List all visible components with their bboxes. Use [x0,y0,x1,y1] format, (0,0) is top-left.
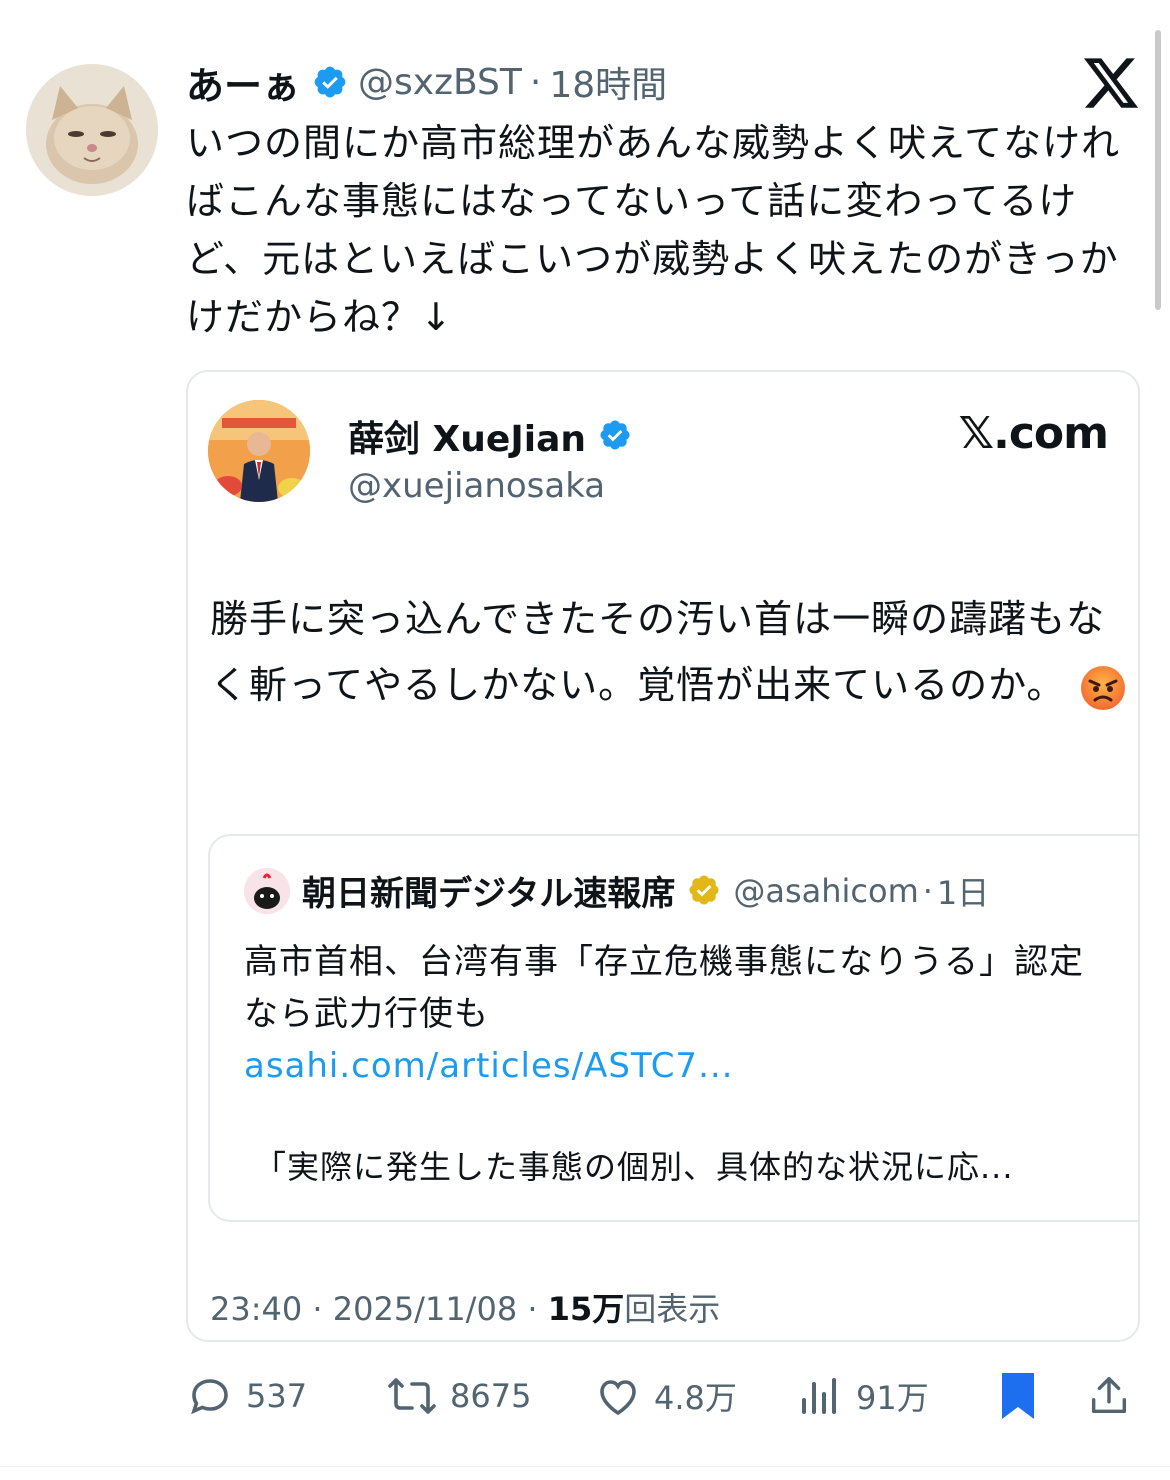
divider [0,1466,1170,1467]
nested-article-description: 「実際に発生した事態の個別、具体的な状況に応... [254,1148,1014,1186]
quoted-post-meta: 23:40 · 2025/11/08 · 15万回表示 [210,1284,720,1330]
repost-count: 8675 [450,1377,532,1415]
nested-post-text: 高市首相、台湾有事「存立危機事態になりうる」認定なら武力行使も asahi.co… [244,936,1104,1092]
like-button[interactable]: 4.8万 [594,1368,737,1424]
nested-separator: · [922,871,933,910]
nested-author-handle[interactable]: @asahicom [733,872,918,910]
views-button[interactable]: 91万 [796,1368,929,1424]
tweet-header: あーぁ @sxzBST · 18時間 [186,54,667,110]
scrollbar[interactable] [1155,30,1161,310]
quoted-author-name[interactable]: 薛剑 XueJian [348,410,586,462]
quoted-views-label: 回表示 [624,1290,721,1328]
verified-badge-icon [312,64,348,100]
quoted-post-date[interactable]: 2025/11/08 [333,1290,517,1328]
meta-separator-1: · [312,1290,323,1328]
nested-author-avatar[interactable] [244,867,290,914]
post-time[interactable]: 18時間 [549,56,667,108]
nested-headline: 高市首相、台湾有事「存立危機事態になりうる」認定なら武力行使も [244,942,1084,1034]
share-button[interactable] [1086,1368,1144,1424]
verified-badge-icon [598,418,634,454]
quoted-text-body: 勝手に突っ込んできたその汚い首は一瞬の躊躇もなく斬ってやるしかない。覚悟が出来て… [210,597,1106,707]
x-logo-icon[interactable] [1084,58,1140,110]
meta-separator-2: · [527,1290,538,1328]
bookmark-icon [1002,1373,1034,1419]
repost-button[interactable]: 8675 [386,1368,531,1424]
author-name[interactable]: あーぁ [186,55,300,110]
repost-icon [388,1378,436,1414]
quoted-views-count: 15万 [547,1290,625,1328]
views-count: 91万 [856,1379,929,1417]
quoted-post-card[interactable]: 薛剑 XueJian @xuejianosaka 𝕏.com 勝手に突っ込んでき… [186,370,1140,1342]
quoted-post-time[interactable]: 23:40 [210,1290,302,1328]
nested-quoted-post[interactable]: 朝日新聞デジタル速報席 @asahicom · 1日 高市首相、台湾有事「存立危… [208,834,1138,1222]
quoted-author-name-row: 薛剑 XueJian [348,410,644,462]
reply-icon [191,1379,228,1415]
header-separator: · [529,61,542,103]
author-handle[interactable]: @sxzBST [358,62,522,103]
like-count: 4.8万 [654,1379,737,1417]
nested-author-name[interactable]: 朝日新聞デジタル速報席 [302,866,675,915]
views-icon [802,1378,836,1414]
like-icon [600,1380,636,1416]
reply-button[interactable]: 537 [186,1368,307,1424]
nested-post-header: 朝日新聞デジタル速報席 @asahicom · 1日 [244,866,989,915]
quoted-author-avatar[interactable] [208,400,310,502]
share-icon [1091,1377,1127,1414]
angry-face-emoji [1079,664,1127,712]
quoted-post-text: 勝手に突っ込んできたその汚い首は一瞬の躊躇もなく斬ってやるしかない。覚悟が出来て… [210,586,1130,718]
nested-post-time[interactable]: 1日 [937,868,989,914]
action-bar: 537 8675 4.8万 91万 [186,1368,1136,1424]
nested-article-link[interactable]: asahi.com/articles/ASTC7... [244,1040,1104,1092]
x-com-brand: 𝕏.com [958,408,1109,459]
quoted-author-handle[interactable]: @xuejianosaka [348,466,605,506]
tweet-text: いつの間にか高市総理があんな威勢よく吠えてなければこんな事態にはなってないって話… [186,121,1121,339]
reply-count: 537 [246,1377,308,1415]
verified-gold-badge-icon [687,873,723,909]
bookmark-button[interactable] [996,1368,1052,1424]
author-avatar[interactable] [26,64,158,196]
